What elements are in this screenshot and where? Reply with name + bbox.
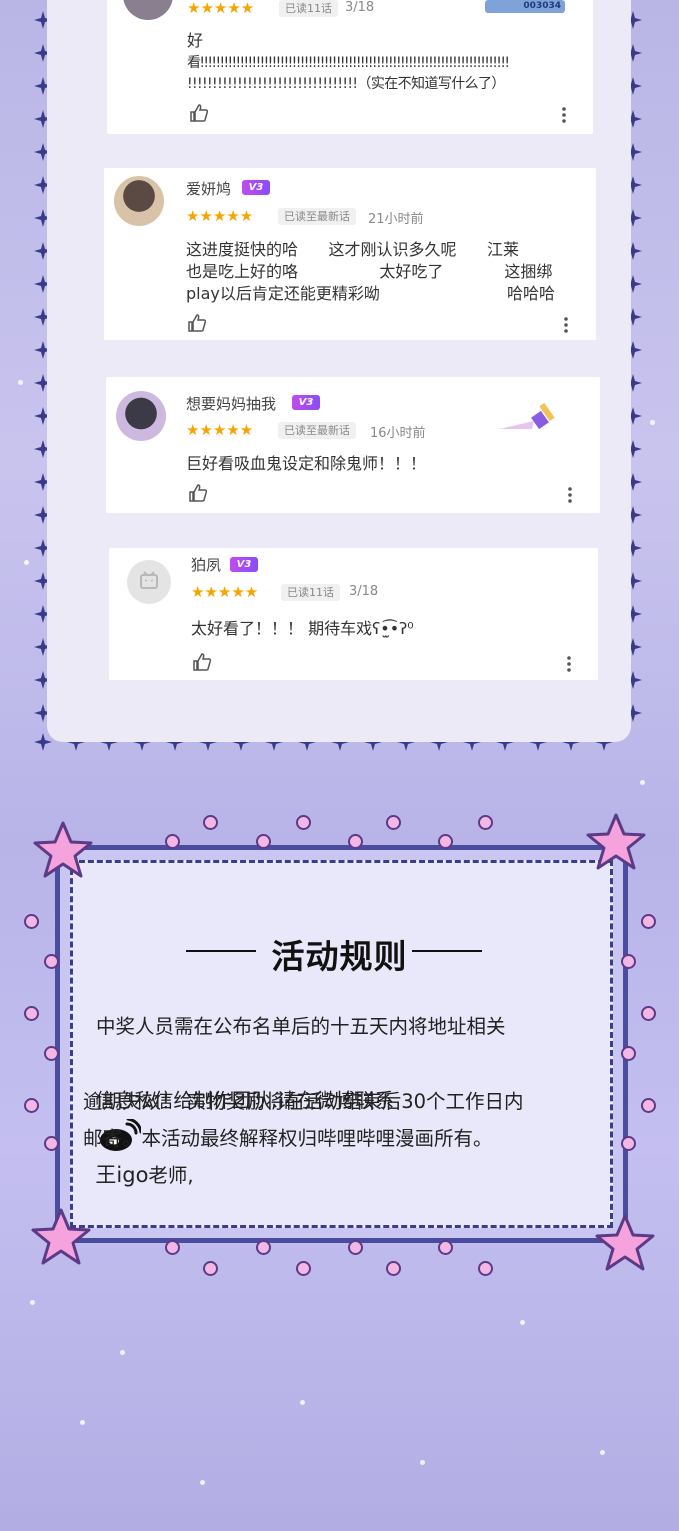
vip-badge: V3 — [230, 557, 258, 572]
rules-line-3: 逾期失效！ 实物奖励将在活动结束后30个工作日内 — [83, 1090, 524, 1113]
read-progress-chip: 已读11话 — [279, 0, 338, 17]
more-icon[interactable] — [566, 655, 572, 673]
rules-title: 活动规则 — [271, 937, 408, 976]
comment-date: 3/18 — [345, 0, 375, 15]
like-icon[interactable] — [188, 483, 208, 503]
rating-stars: ★★★★★ — [191, 583, 259, 601]
corner-star-icon — [595, 1214, 655, 1271]
more-icon[interactable] — [567, 486, 573, 504]
comment-date: 21小时前 — [368, 212, 424, 227]
like-icon[interactable] — [187, 313, 207, 333]
more-icon[interactable] — [563, 316, 569, 334]
fan-badge: 003034 — [485, 0, 565, 13]
weibo-account[interactable]: 王igo — [95, 1163, 148, 1187]
comment-card: 想要妈妈抽我 V3 ★★★★★ 已读至最新话 16小时前 巨好看吸血鬼设定和除鬼… — [106, 377, 600, 513]
comment-card: 爱妍鸠 V3 ★★★★★ 已读至最新话 21小时前 这进度挺快的哈 这才刚认识多… — [104, 168, 596, 340]
corner-star-icon — [33, 821, 93, 878]
read-progress-chip: 已读至最新话 — [278, 208, 356, 225]
like-icon[interactable] — [189, 103, 209, 123]
read-progress-chip: 已读至最新话 — [278, 422, 356, 439]
vip-badge: V3 — [242, 180, 270, 195]
comment-text-line: 看!!!!!!!!!!!!!!!!!!!!!!!!!!!!!!!!!!!!!!!… — [187, 55, 510, 71]
comment-text-line: 巨好看吸血鬼设定和除鬼师！！！ — [186, 454, 427, 473]
comment-text-line: 好 — [187, 31, 204, 50]
comment-text-line: 太好看了！！！ 期待车戏ʕ•̫͡•ʔ⁰ — [191, 619, 414, 638]
comment-date: 16小时前 — [370, 426, 426, 441]
rules-line-4: 邮寄。本活动最终解释权归哔哩哔哩漫画所有。 — [83, 1127, 493, 1150]
corner-star-icon — [586, 813, 646, 870]
more-icon[interactable] — [561, 106, 567, 124]
like-icon[interactable] — [192, 652, 212, 672]
comment-text-line: 也是吃上好的咯 太好吃了 这捆绑 — [186, 262, 553, 281]
username[interactable]: 想要妈妈抽我 — [186, 393, 276, 414]
read-progress-chip: 已读11话 — [281, 584, 340, 601]
comment-date: 3/18 — [349, 584, 379, 599]
vip-badge: V3 — [292, 395, 320, 410]
username[interactable]: 狛夙 — [191, 554, 221, 575]
brush-sticker-icon — [499, 402, 555, 430]
comment-text-line: play以后肯定还能更精彩呦 哈哈哈 — [186, 284, 556, 303]
rules-line-2-suffix: 老师, — [148, 1164, 194, 1187]
comment-card: 狛夙 V3 ★★★★★ 已读11话 3/18 太好看了！！！ 期待车戏ʕ•̫͡•… — [109, 548, 598, 680]
comment-card: ★★★★★ 已读11话 3/18 003034 好 看!!!!!!!!!!!!!… — [107, 0, 593, 134]
rating-stars: ★★★★★ — [186, 207, 254, 225]
default-avatar-icon[interactable] — [127, 560, 171, 604]
avatar[interactable] — [123, 0, 173, 20]
avatar[interactable] — [114, 176, 164, 226]
corner-star-icon — [31, 1208, 91, 1265]
comment-text-line: 这进度挺快的哈 这才刚认识多久呢 江莱 — [186, 240, 520, 259]
username[interactable]: 爱妍鸠 — [186, 178, 231, 199]
rating-stars: ★★★★★ — [187, 0, 255, 17]
avatar[interactable] — [116, 391, 166, 441]
rating-stars: ★★★★★ — [186, 421, 254, 439]
rules-line-1: 中奖人员需在公布名单后的十五天内将地址相关 — [96, 1015, 506, 1038]
comment-text-line: !!!!!!!!!!!!!!!!!!!!!!!!!!!!!!!!!!（实在不知道… — [187, 76, 505, 92]
